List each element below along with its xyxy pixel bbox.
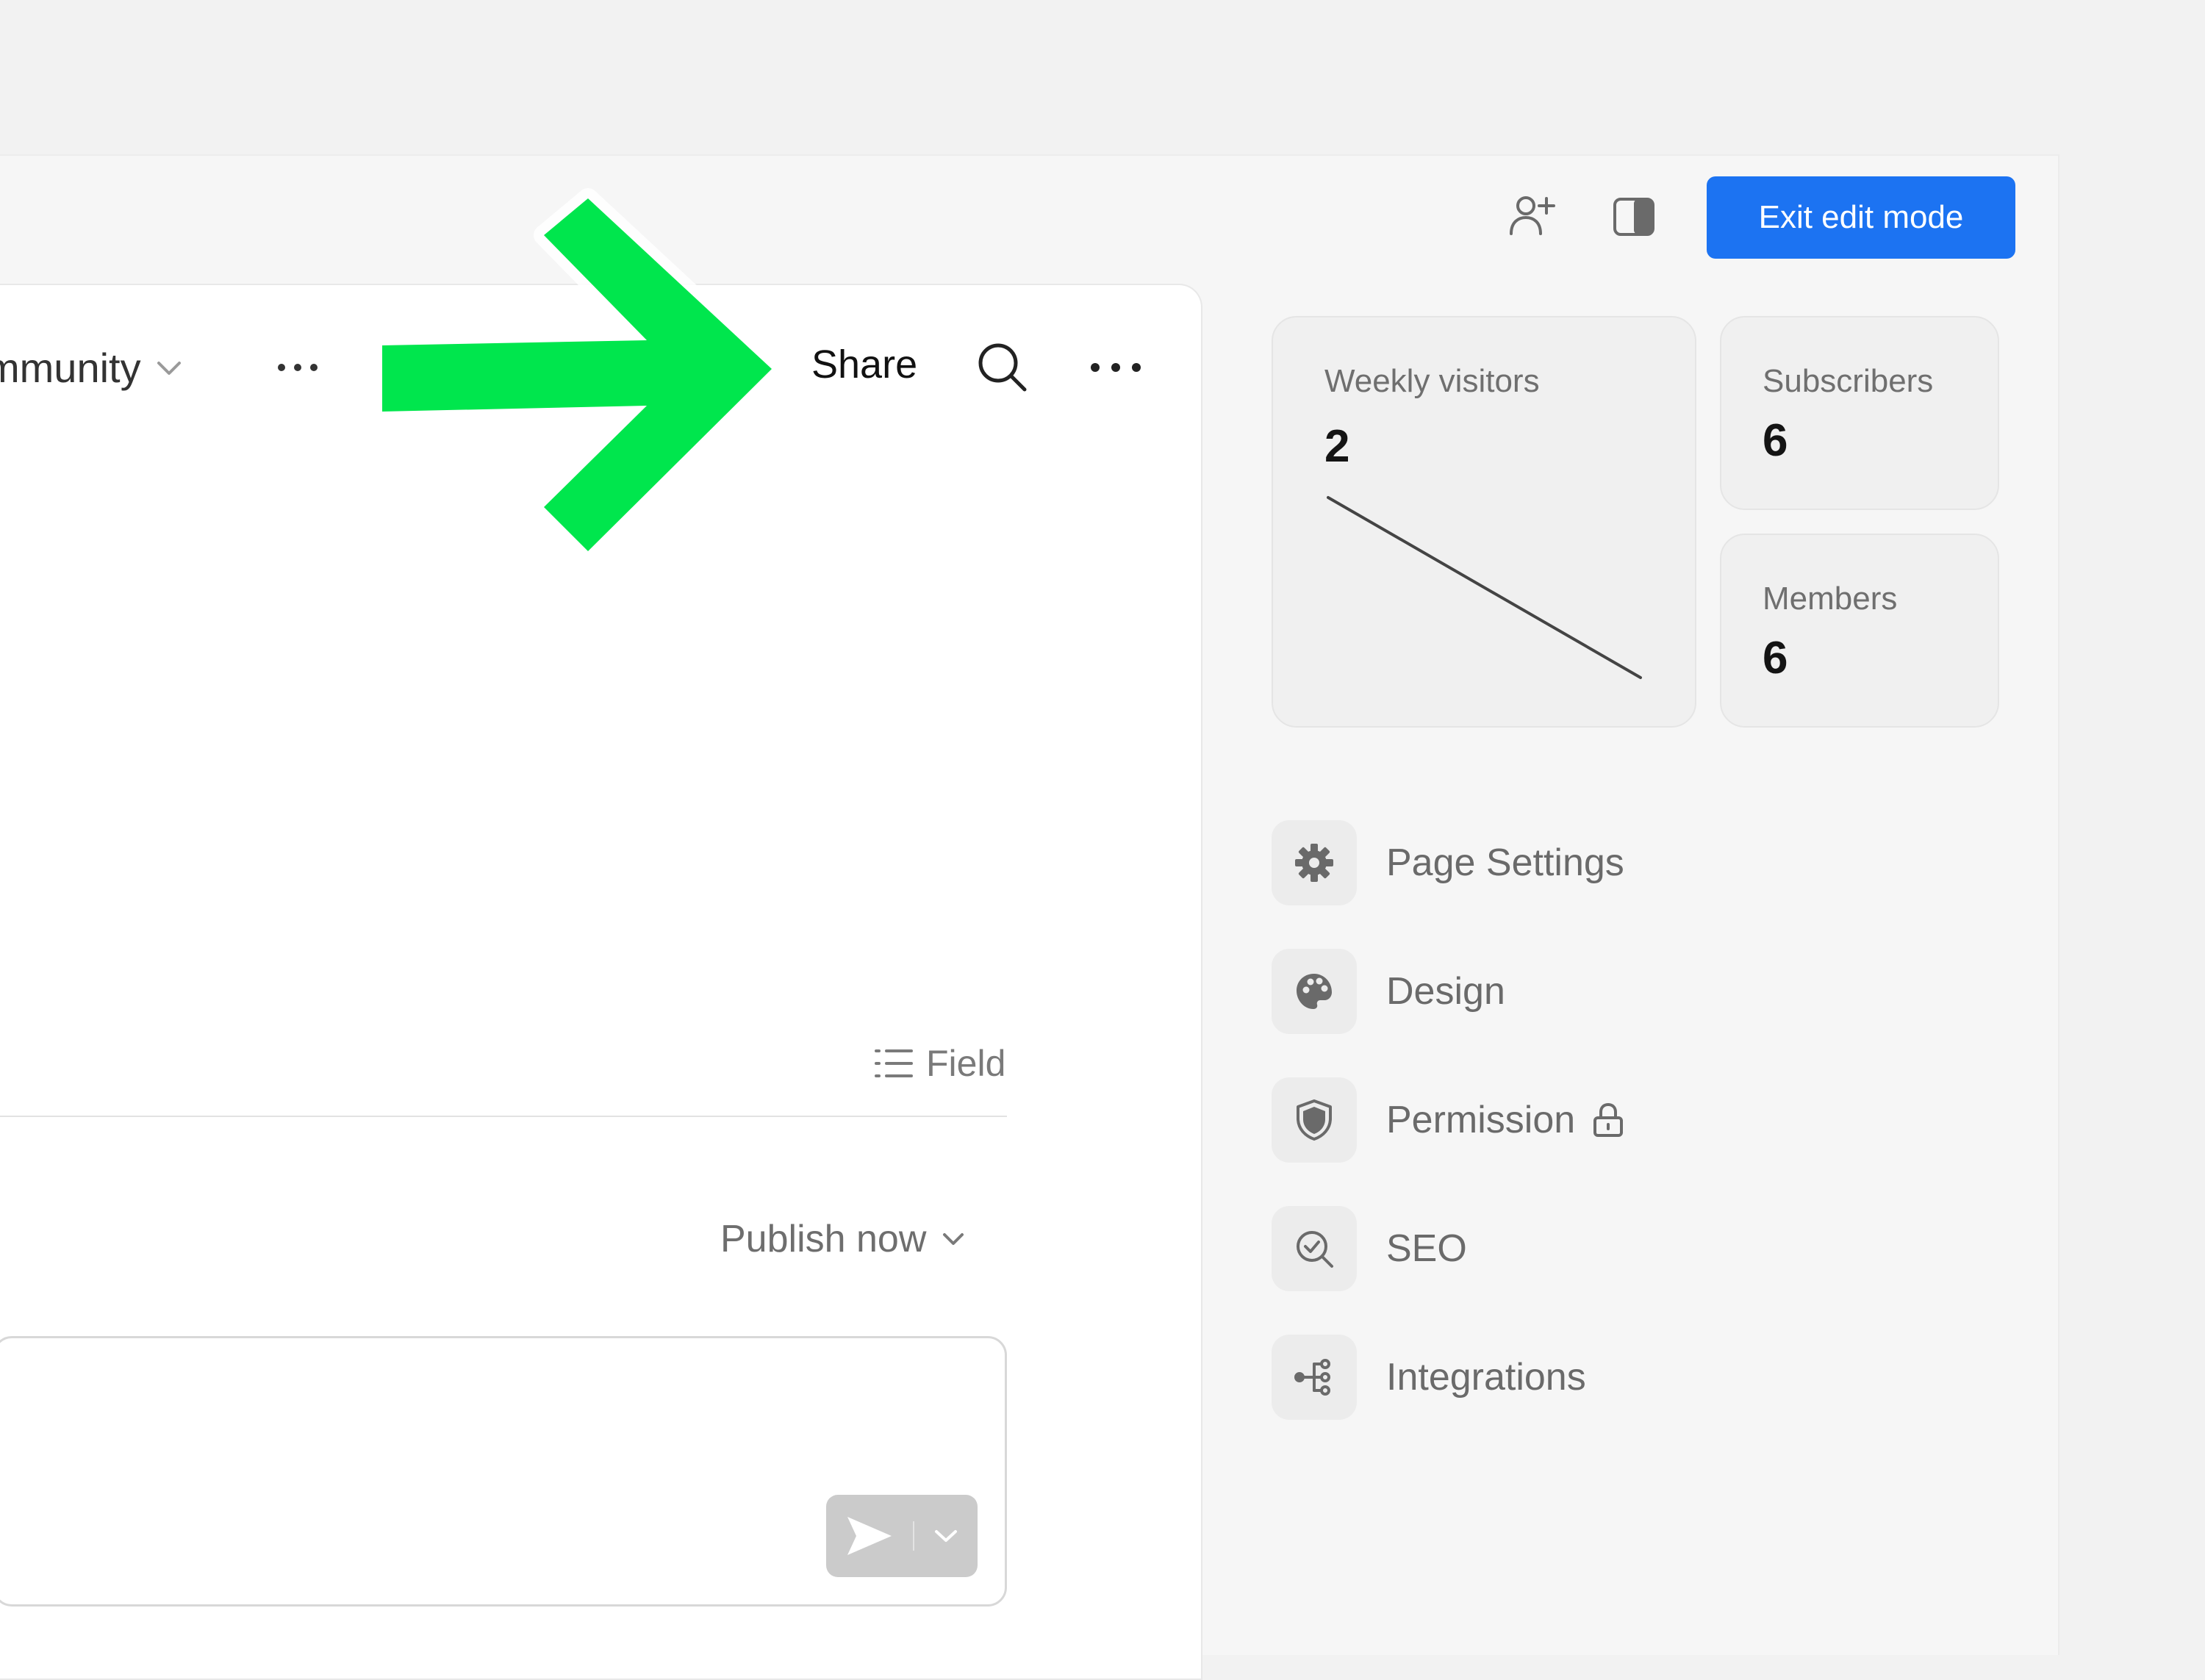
search-button[interactable] [975,340,1030,395]
lock-icon [1593,1102,1624,1137]
menu-label: Permission [1386,1099,1576,1141]
menu-item-permission[interactable]: Permission [1272,1077,1625,1163]
menu-icon-box [1272,820,1357,905]
send-options-dropdown[interactable] [914,1495,978,1577]
breadcrumb[interactable]: mmunity [0,344,184,392]
sparkline-line [1327,496,1642,679]
members-card[interactable]: Members 6 [1720,534,1999,728]
menu-item-seo[interactable]: SEO [1272,1206,1467,1291]
share-button[interactable]: Share [811,342,917,387]
breadcrumb-more-button[interactable] [272,345,323,390]
list-icon [875,1049,913,1077]
more-horizontal-icon [1091,363,1141,372]
publish-now-dropdown[interactable]: Publish now [720,1217,966,1261]
send-button-group [826,1495,978,1577]
chevron-down-icon [943,1233,964,1245]
menu-icon-box [1272,949,1357,1034]
send-icon [847,1517,892,1555]
menu-item-page-settings[interactable]: Page Settings [1272,820,1624,905]
add-user-icon [1510,196,1555,235]
panel-toggle-button[interactable] [1601,184,1667,250]
breadcrumb-label: mmunity [0,345,141,391]
panel-toggle-icon [1613,198,1654,236]
menu-label: SEO [1386,1227,1467,1270]
divider [0,1116,1007,1117]
stat-label: Members [1763,581,1898,617]
seo-check-icon [1297,1231,1333,1268]
more-horizontal-icon [278,364,318,371]
stat-value: 2 [1324,421,1350,472]
menu-label: Page Settings [1386,841,1624,884]
menu-icon-box [1272,1077,1357,1163]
menu-item-integrations[interactable]: Integrations [1272,1335,1586,1420]
subscribers-card[interactable]: Subscribers 6 [1720,316,1999,510]
top-toolbar [1499,174,1702,259]
weekly-visitors-card[interactable]: Weekly visitors 2 [1272,316,1696,728]
search-icon [978,343,1027,392]
stat-label: Subscribers [1763,363,1934,399]
menu-label: Design [1386,970,1505,1013]
gear-icon [1295,844,1333,882]
stat-label: Weekly visitors [1324,363,1540,399]
send-button[interactable] [826,1495,913,1577]
shield-icon [1297,1099,1332,1141]
menu-label: Integrations [1386,1356,1586,1399]
chevron-down-icon [935,1530,957,1542]
palette-icon [1297,974,1332,1009]
stat-value: 6 [1763,415,1788,466]
page-more-button[interactable] [1085,345,1147,390]
exit-edit-mode-button[interactable]: Exit edit mode [1707,176,2015,259]
menu-icon-box [1272,1206,1357,1291]
field-button[interactable]: Field [873,1042,1005,1085]
publish-label: Publish now [720,1218,927,1260]
chevron-down-icon [157,361,181,375]
stat-value: 6 [1763,633,1788,683]
weekly-visitors-sparkline [1327,496,1642,679]
field-label: Field [926,1043,1006,1084]
integrations-icon [1294,1359,1330,1396]
menu-item-design[interactable]: Design [1272,949,1505,1034]
add-user-button[interactable] [1499,184,1566,250]
menu-icon-box [1272,1335,1357,1420]
